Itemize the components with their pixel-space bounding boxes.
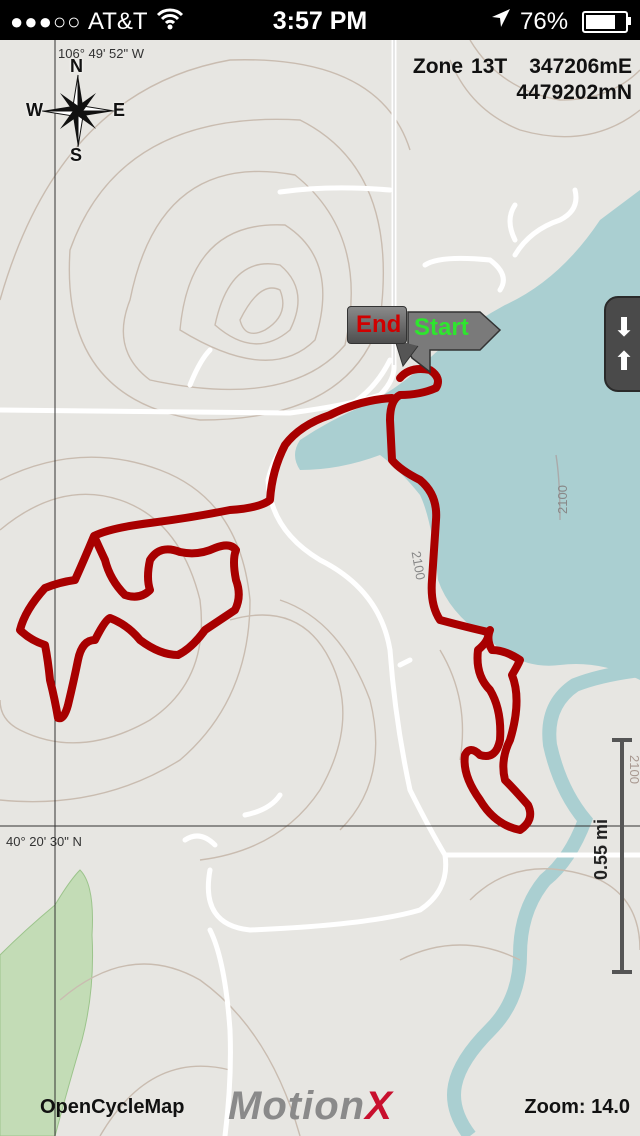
elevation-label: 2100 [626,755,640,784]
scale-label: 0.55 mi [591,818,611,880]
lake [295,190,640,680]
compass-w-label: W [26,100,43,120]
status-bar: ●●●○○ AT&T 3:57 PM 76% [0,0,640,40]
zone-value: 13T [471,55,508,78]
utm-readout: Zone 13T 347206mE 4479202mN [405,54,632,106]
zone-label: Zone [412,55,464,78]
elevation-label: 2100 [554,485,570,514]
location-arrow-icon [490,7,512,35]
battery-fill [586,15,615,29]
brand-x: X [365,1084,393,1128]
brand-main: Motion [228,1084,366,1128]
compass-n-label: N [70,56,83,76]
battery-nub [628,17,631,25]
battery-icon [582,11,628,33]
battery-percent: 76% [520,8,569,35]
easting: 347206mE [529,55,632,78]
brand-logo: MotionX [228,1084,393,1129]
end-pin-label: End [356,311,402,338]
compass-e-label: E [113,100,126,120]
start-pin-label: Start [414,314,469,341]
arrow-up-icon: ⬆ [613,346,635,376]
northing: 4479202mN [516,81,632,104]
start-pin[interactable]: Start [404,310,500,348]
arrow-down-icon: ⬇ [613,312,635,342]
zoom-level: Zoom: 14.0 [524,1096,630,1118]
compass-s-label: S [70,145,83,165]
end-pin[interactable]: End [347,306,407,344]
map-attribution: OpenCycleMap [40,1096,185,1118]
compass-rose-icon [41,74,115,148]
map-view[interactable]: 106° 49' 52" W 40° 20' 30" N N S E W 210… [0,40,640,1136]
side-panel-tab[interactable]: ⬇ ⬆ [604,296,640,392]
map-canvas [0,40,640,1136]
latitude-label: 40° 20' 30" N [6,834,82,849]
